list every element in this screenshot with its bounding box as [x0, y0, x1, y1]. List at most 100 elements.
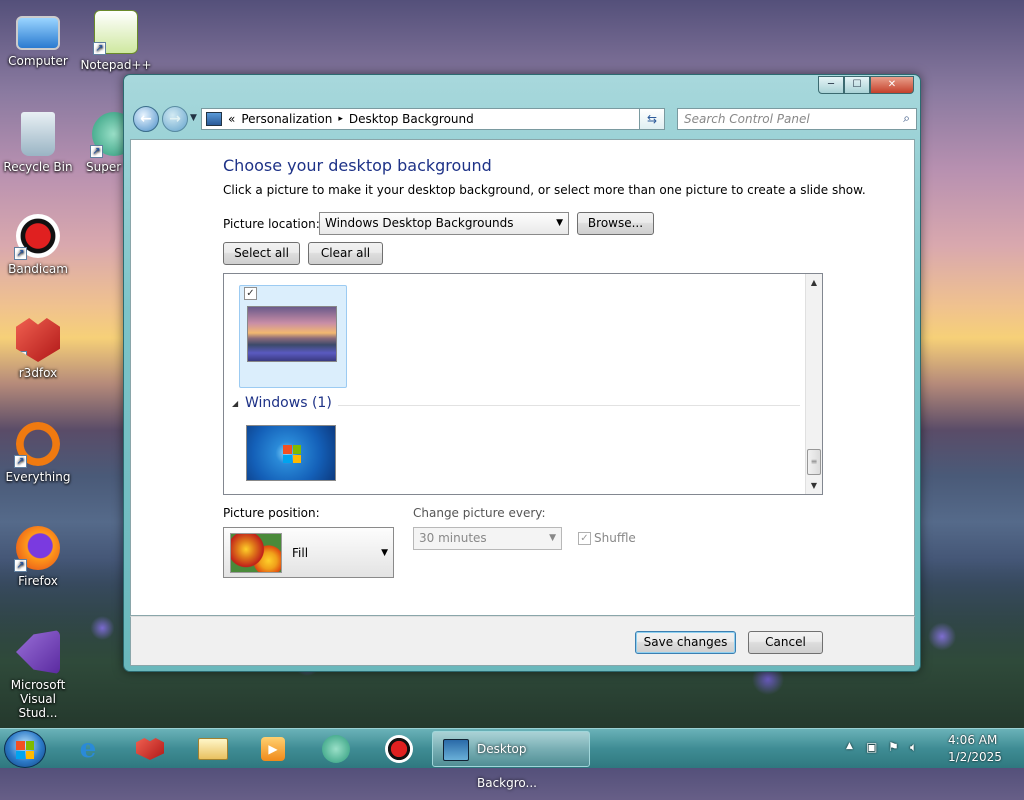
notepad-plus-plus-icon: ↗: [93, 10, 138, 55]
clock-date[interactable]: 1/2/2025: [948, 750, 1002, 764]
change-picture-value: 30 minutes: [419, 531, 487, 545]
windows-7-thumbnail[interactable]: [246, 425, 336, 481]
media-player-icon[interactable]: ▶: [255, 733, 291, 765]
breadcrumb-overflow[interactable]: «: [228, 112, 235, 126]
flower-preview-icon: [230, 533, 282, 573]
desktop-icon-label: Notepad++: [80, 58, 152, 72]
everything-icon: ↗: [14, 422, 60, 468]
taskbar-task-desktop-background[interactable]: Desktop Backgro...: [432, 731, 590, 790]
selected-picture-tile[interactable]: ✓: [239, 285, 347, 388]
bandicam-icon: ↗: [14, 214, 60, 260]
visual-studio-icon: ↗: [16, 630, 60, 674]
desktop-icon-label: Everything: [5, 470, 71, 484]
title-bar-buttons: ─ ☐ ✕: [818, 76, 914, 94]
supermium-icon: ↗: [90, 112, 123, 158]
scrollbar-thumb[interactable]: ≡: [807, 449, 821, 475]
desktop-icon-firefox[interactable]: ↗ Firefox: [0, 526, 76, 588]
desktop-icon-super[interactable]: ↗ Super: [78, 112, 123, 174]
computer-icon: [16, 16, 60, 50]
select-all-button[interactable]: Select all: [223, 242, 300, 265]
clock-time[interactable]: 4:06 AM: [948, 733, 997, 747]
close-button[interactable]: ✕: [870, 76, 914, 94]
desktop-icon-label: Microsoft Visual Stud...: [10, 678, 66, 720]
picture-position-select[interactable]: Fill ▼: [223, 527, 394, 578]
firefox-icon: ↗: [14, 526, 60, 572]
maximize-button[interactable]: ☐: [844, 76, 870, 94]
scroll-down-arrow[interactable]: ▼: [806, 477, 822, 494]
main-content: Choose your desktop background Click a p…: [130, 139, 915, 616]
desktop-background-window: ─ ☐ ✕ ← → ▼ « Personalization ▸ Desktop …: [123, 74, 921, 672]
desktop-icon-computer[interactable]: Computer: [0, 10, 76, 68]
back-button[interactable]: ←: [133, 106, 159, 132]
desktop-icon-everything[interactable]: ↗ Everything: [0, 422, 76, 484]
windows-logo-icon: [16, 741, 34, 759]
scroll-up-arrow[interactable]: ▲: [806, 274, 822, 291]
breadcrumb-personalization[interactable]: Personalization: [241, 112, 332, 126]
start-button[interactable]: [4, 730, 46, 768]
desktop-icon-label: Firefox: [18, 574, 58, 588]
collapse-triangle-icon[interactable]: ◢: [232, 399, 238, 408]
checkbox-icon: ✓: [578, 532, 591, 545]
taskbar: e ▶ Desktop Backgro... ▲ ▣ ⚑ 🔈︎ 4:06 AM …: [0, 728, 1024, 790]
chevron-down-icon: ▼: [381, 548, 388, 558]
recent-pages-dropdown[interactable]: ▼: [190, 113, 197, 123]
recycle-bin-icon: [21, 112, 55, 156]
chevron-down-icon: ▼: [556, 218, 563, 228]
supermium-icon[interactable]: [318, 733, 354, 765]
file-explorer-icon[interactable]: [195, 733, 231, 765]
gallery-group-header[interactable]: ◢ Windows (1): [232, 395, 800, 415]
bandicam-icon[interactable]: [381, 733, 417, 765]
show-hidden-icons-arrow[interactable]: ▲: [846, 741, 853, 751]
desktop-icon-notepadpp[interactable]: ↗ Notepad++: [78, 10, 154, 72]
page-title: Choose your desktop background: [223, 156, 492, 175]
cancel-button[interactable]: Cancel: [748, 631, 823, 654]
picture-position-value: Fill: [292, 546, 309, 560]
save-changes-button[interactable]: Save changes: [635, 631, 736, 654]
desktop-icon-label: Bandicam: [8, 262, 68, 276]
control-panel-icon: [206, 112, 222, 126]
desktop-icon-r3dfox[interactable]: ↗ r3dfox: [0, 318, 76, 380]
shuffle-checkbox[interactable]: ✓ Shuffle: [578, 531, 636, 545]
chevron-down-icon: ▼: [549, 533, 556, 543]
picture-location-select[interactable]: Windows Desktop Backgrounds ▼: [319, 212, 569, 235]
group-divider: [338, 405, 800, 406]
shuffle-label: Shuffle: [594, 531, 636, 545]
search-input[interactable]: Search Control Panel ⌕: [677, 108, 917, 130]
desktop-icon-label: Computer: [8, 54, 68, 68]
change-picture-label: Change picture every:: [413, 506, 546, 520]
desktop-icon-bandicam[interactable]: ↗ Bandicam: [0, 214, 76, 276]
desktop-background-icon: [443, 739, 469, 761]
r3dfox-icon: ↗: [16, 318, 60, 362]
minimize-button[interactable]: ─: [818, 76, 844, 94]
search-placeholder: Search Control Panel: [684, 112, 810, 126]
picture-location-label: Picture location:: [223, 217, 320, 231]
group-title: Windows (1): [245, 395, 332, 411]
windows-logo-icon: [283, 445, 301, 463]
desktop-icon-recycle-bin[interactable]: Recycle Bin: [0, 112, 76, 174]
breadcrumb-desktop-background[interactable]: Desktop Background: [349, 112, 474, 126]
action-center-flag-icon[interactable]: ⚑: [888, 740, 899, 754]
network-icon[interactable]: ▣: [866, 740, 877, 754]
clear-all-button[interactable]: Clear all: [308, 242, 383, 265]
sunset-lake-thumbnail: [247, 306, 337, 362]
breadcrumb-separator[interactable]: ▸: [338, 114, 343, 124]
change-picture-select[interactable]: 30 minutes ▼: [413, 527, 562, 550]
r3dfox-icon[interactable]: [132, 733, 168, 765]
navigation-bar: ← → ▼ « Personalization ▸ Desktop Backgr…: [130, 105, 917, 133]
internet-explorer-icon[interactable]: e: [70, 733, 106, 765]
browse-button[interactable]: Browse...: [577, 212, 654, 235]
system-tray: ▲ ▣ ⚑ 🔈︎ 4:06 AM 1/2/2025: [836, 729, 1024, 769]
refresh-button[interactable]: ⇆: [639, 108, 665, 130]
desktop-icon-visual-studio[interactable]: ↗ Microsoft Visual Stud...: [0, 630, 76, 720]
volume-icon[interactable]: 🔈︎: [910, 740, 917, 755]
desktop-icon-label: Recycle Bin: [3, 160, 73, 174]
forward-button[interactable]: →: [162, 106, 188, 132]
search-icon[interactable]: ⌕: [903, 111, 910, 126]
task-label: Desktop Backgro...: [477, 742, 537, 790]
desktop-icon-label: r3dfox: [18, 366, 58, 380]
gallery-scrollbar[interactable]: ▲ ≡ ▼: [805, 274, 822, 494]
address-bar[interactable]: « Personalization ▸ Desktop Background ▼: [201, 108, 663, 130]
picture-gallery[interactable]: ✓ ◢ Windows (1) ▲ ≡ ▼: [223, 273, 823, 495]
picture-location-value: Windows Desktop Backgrounds: [325, 216, 514, 230]
picture-checkbox[interactable]: ✓: [244, 287, 257, 300]
